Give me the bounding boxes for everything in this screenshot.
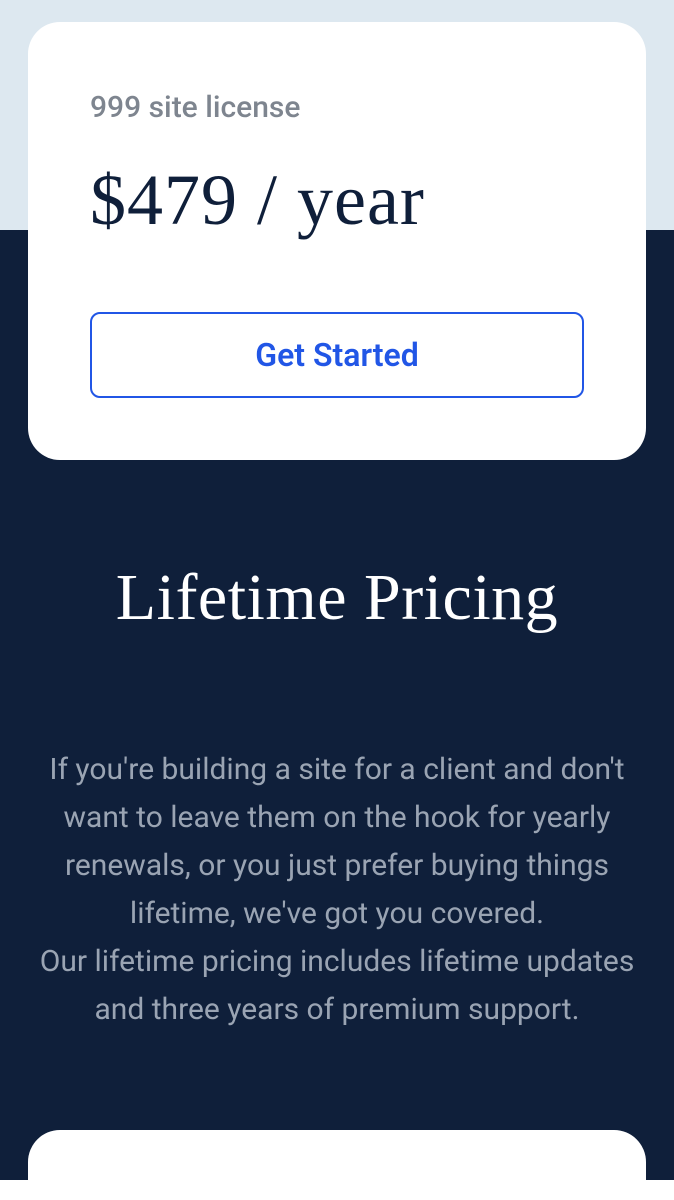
get-started-button[interactable]: Get Started xyxy=(90,312,584,398)
license-label: 999 site license xyxy=(90,90,584,125)
lifetime-body-paragraph-1: If you're building a site for a client a… xyxy=(49,752,624,931)
lifetime-body-paragraph-2: Our lifetime pricing includes lifetime u… xyxy=(40,944,635,1027)
lifetime-section: Lifetime Pricing If you're building a si… xyxy=(0,560,674,1034)
price-value: $479 / year xyxy=(90,159,584,242)
next-card-peek xyxy=(28,1130,646,1200)
lifetime-body: If you're building a site for a client a… xyxy=(28,746,646,1034)
pricing-card: 999 site license $479 / year Get Started xyxy=(28,22,646,460)
lifetime-heading: Lifetime Pricing xyxy=(28,560,646,636)
